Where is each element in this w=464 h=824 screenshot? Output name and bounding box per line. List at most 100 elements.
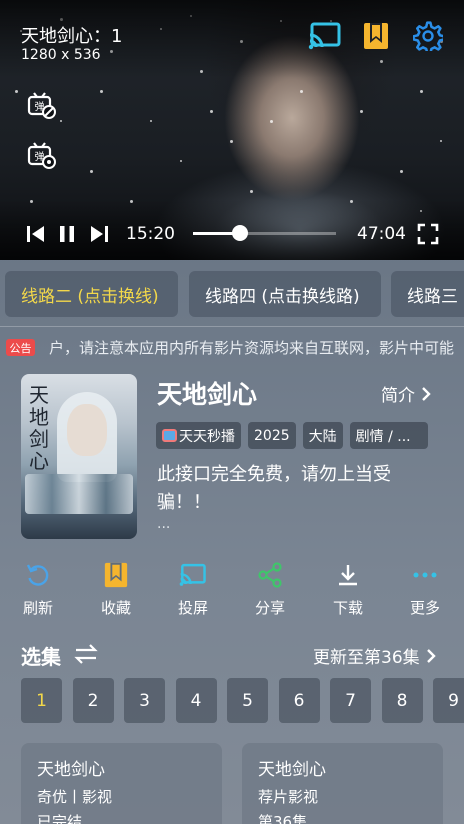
current-time: 15:20 (126, 224, 175, 244)
rec-source: 奇优丨影视 (37, 788, 113, 806)
snowflake (400, 170, 403, 173)
snowflake (60, 120, 62, 122)
pause-icon[interactable] (55, 222, 79, 246)
tag-genre: 剧情 / ... (349, 422, 428, 449)
refresh-button[interactable]: 刷新 (8, 561, 68, 621)
poster-cast-group (25, 474, 133, 514)
episode-button[interactable]: 3 (124, 678, 165, 723)
action-row: 刷新 收藏 投屏 分享 下载 更多 (0, 561, 464, 621)
description-more[interactable]: ... (157, 516, 170, 532)
snowflake (90, 170, 93, 173)
snowflake (180, 160, 182, 162)
action-label: 下载 (332, 599, 363, 617)
episode-button[interactable]: 6 (278, 678, 320, 723)
sort-swap-icon[interactable] (74, 642, 98, 666)
action-label: 收藏 (100, 599, 131, 617)
cast-button[interactable]: 投屏 (163, 561, 223, 621)
tag-source[interactable]: 天天秒播 (156, 422, 241, 449)
action-label: 分享 (254, 599, 285, 617)
rec-status: 已完结 (37, 813, 83, 824)
action-label: 投屏 (177, 599, 208, 617)
tag-label: 大陆 (308, 428, 337, 445)
episode-button[interactable]: 7 (330, 678, 371, 723)
notice-badge: 公告 (6, 339, 35, 356)
video-resolution: 1280 x 536 (21, 47, 101, 63)
tag-label: 2025 (254, 427, 290, 444)
video-player[interactable]: 天地剑心：1 1280 x 536 弹 弹 15:20 47:04 (0, 0, 464, 260)
line-button-3[interactable]: 线路三 (391, 271, 464, 317)
gear-icon[interactable] (412, 20, 444, 52)
episode-button[interactable]: 5 (227, 678, 268, 723)
seek-thumb[interactable] (231, 225, 248, 241)
tag-year: 2025 (248, 422, 296, 449)
intro-link[interactable]: 简介 (381, 381, 431, 406)
cast-icon (179, 561, 207, 589)
episode-list: 123456789 (21, 678, 464, 724)
bookmark-icon (102, 561, 130, 589)
snowflake (15, 90, 18, 93)
poster-image[interactable]: 天地剑心 (21, 374, 137, 539)
skip-previous-icon[interactable] (24, 222, 48, 246)
snowflake (360, 110, 363, 113)
download-button[interactable]: 下载 (318, 561, 378, 621)
rec-source: 荐片影视 (258, 788, 319, 806)
tv-icon (162, 429, 177, 442)
episode-button[interactable]: 8 (381, 678, 423, 723)
show-title: 天地剑心 (157, 380, 258, 409)
tag-region: 大陆 (302, 422, 343, 449)
snowflake (230, 140, 233, 143)
refresh-icon (24, 561, 52, 589)
intro-label: 简介 (381, 386, 415, 406)
bookmark-icon[interactable] (362, 21, 390, 51)
snowflake (210, 110, 213, 113)
poster-logo: 天地剑心 (29, 383, 49, 473)
snowflake (250, 190, 253, 193)
episode-button[interactable]: 9 (433, 678, 464, 723)
tag-label: 剧情 / ... (355, 428, 411, 445)
more-button[interactable]: 更多 (395, 561, 455, 621)
line-button-2[interactable]: 线路二 (点击换线) (5, 271, 178, 317)
recommendation-card[interactable]: 天地剑心 荐片影视 第36集 (242, 743, 443, 824)
episodes-update-link[interactable]: 更新至第36集 (313, 643, 436, 668)
update-label: 更新至第36集 (313, 648, 420, 668)
episodes-heading: 选集 (21, 645, 61, 669)
more-icon (411, 561, 439, 589)
favorite-button[interactable]: 收藏 (86, 561, 146, 621)
action-label: 刷新 (22, 599, 53, 617)
snowflake (270, 120, 273, 123)
source-line-list: 线路二 (点击换线) 线路四 (点击换线路) 线路三 (0, 271, 464, 319)
poster-face (67, 404, 107, 456)
snowflake (440, 140, 442, 142)
episode-button[interactable]: 1 (21, 678, 62, 723)
episode-button[interactable]: 4 (175, 678, 217, 723)
chevron-right-icon (426, 648, 436, 663)
snowflake (300, 90, 303, 93)
snowflake (150, 120, 152, 122)
rec-status: 第36集 (258, 813, 308, 824)
seek-bar[interactable] (193, 225, 336, 241)
show-description: 此接口完全免费，请勿上当受骗！！ (157, 464, 391, 513)
chevron-right-icon (422, 386, 431, 401)
action-label: 更多 (409, 599, 440, 617)
line-button-4[interactable]: 线路四 (点击换线路) (189, 271, 381, 317)
line-label: 线路二 (点击换线) (21, 286, 159, 307)
danmaku-icon[interactable]: 弹 (26, 90, 56, 120)
episode-button[interactable]: 2 (72, 678, 114, 723)
line-label: 线路三 (407, 286, 458, 307)
divider (0, 326, 464, 327)
total-time: 47:04 (357, 224, 406, 244)
share-icon (256, 561, 284, 589)
download-icon (334, 561, 362, 589)
video-title: 天地剑心：1 (21, 26, 123, 47)
fullscreen-icon[interactable] (416, 222, 440, 246)
tag-list: 天天秒播 2025 大陆 剧情 / ... (156, 422, 428, 449)
line-label: 线路四 (点击换线路) (205, 286, 360, 307)
snowflake (420, 90, 423, 93)
share-button[interactable]: 分享 (240, 561, 300, 621)
danmaku-settings-icon[interactable]: 弹 (26, 140, 56, 170)
snowflake (100, 90, 103, 93)
cast-icon[interactable] (308, 22, 342, 50)
skip-next-icon[interactable] (87, 222, 111, 246)
tag-label: 天天秒播 (179, 428, 235, 445)
recommendation-card[interactable]: 天地剑心 奇优丨影视 已完结 (21, 743, 222, 824)
